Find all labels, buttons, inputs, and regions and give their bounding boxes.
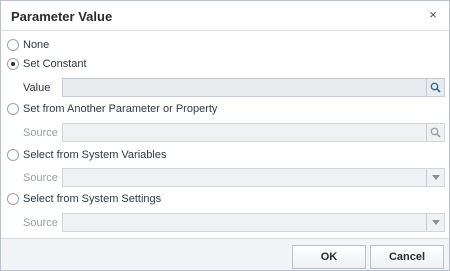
parameter-value-dialog: Parameter Value × None Set Constant Valu… (0, 0, 450, 271)
cancel-button[interactable]: Cancel (370, 245, 444, 269)
chevron-down-icon (431, 174, 440, 180)
search-icon (430, 82, 441, 93)
radio-set-from-parameter-circle[interactable] (7, 103, 19, 115)
source-system-settings-dropdown (426, 214, 444, 231)
dialog-title: Parameter Value (11, 9, 113, 24)
value-field-label: Value (23, 82, 51, 94)
close-icon: × (429, 7, 437, 22)
radio-set-constant-circle[interactable] (7, 58, 19, 70)
radio-set-constant[interactable]: Set Constant (7, 56, 87, 72)
ok-button[interactable]: OK (292, 245, 366, 269)
radio-system-variables[interactable]: Select from System Variables (7, 147, 166, 163)
close-button[interactable]: × (425, 7, 441, 23)
chevron-down-icon (431, 219, 440, 225)
search-icon (430, 127, 441, 138)
source-system-settings-select (62, 213, 445, 232)
radio-none-circle[interactable] (7, 39, 19, 51)
source-system-variables-select (62, 168, 445, 187)
radio-system-variables-label[interactable]: Select from System Variables (23, 149, 166, 161)
radio-none[interactable]: None (7, 37, 49, 53)
source-parameter-label: Source (23, 127, 58, 139)
radio-system-settings-circle[interactable] (7, 193, 19, 205)
radio-system-settings-label[interactable]: Select from System Settings (23, 193, 161, 205)
source-system-settings-label: Source (23, 217, 58, 229)
radio-set-from-parameter-label[interactable]: Set from Another Parameter or Property (23, 103, 217, 115)
radio-set-constant-label[interactable]: Set Constant (23, 58, 87, 70)
value-search-button[interactable] (426, 79, 444, 96)
source-system-variables-label: Source (23, 172, 58, 184)
value-input[interactable] (62, 78, 445, 97)
source-system-variables-dropdown (426, 169, 444, 186)
source-parameter-search-button (426, 124, 444, 141)
source-parameter-input (62, 123, 445, 142)
radio-system-settings[interactable]: Select from System Settings (7, 191, 161, 207)
radio-set-from-parameter[interactable]: Set from Another Parameter or Property (7, 101, 217, 117)
radio-none-label[interactable]: None (23, 39, 49, 51)
dialog-title-bar: Parameter Value × (1, 1, 449, 31)
radio-system-variables-circle[interactable] (7, 149, 19, 161)
